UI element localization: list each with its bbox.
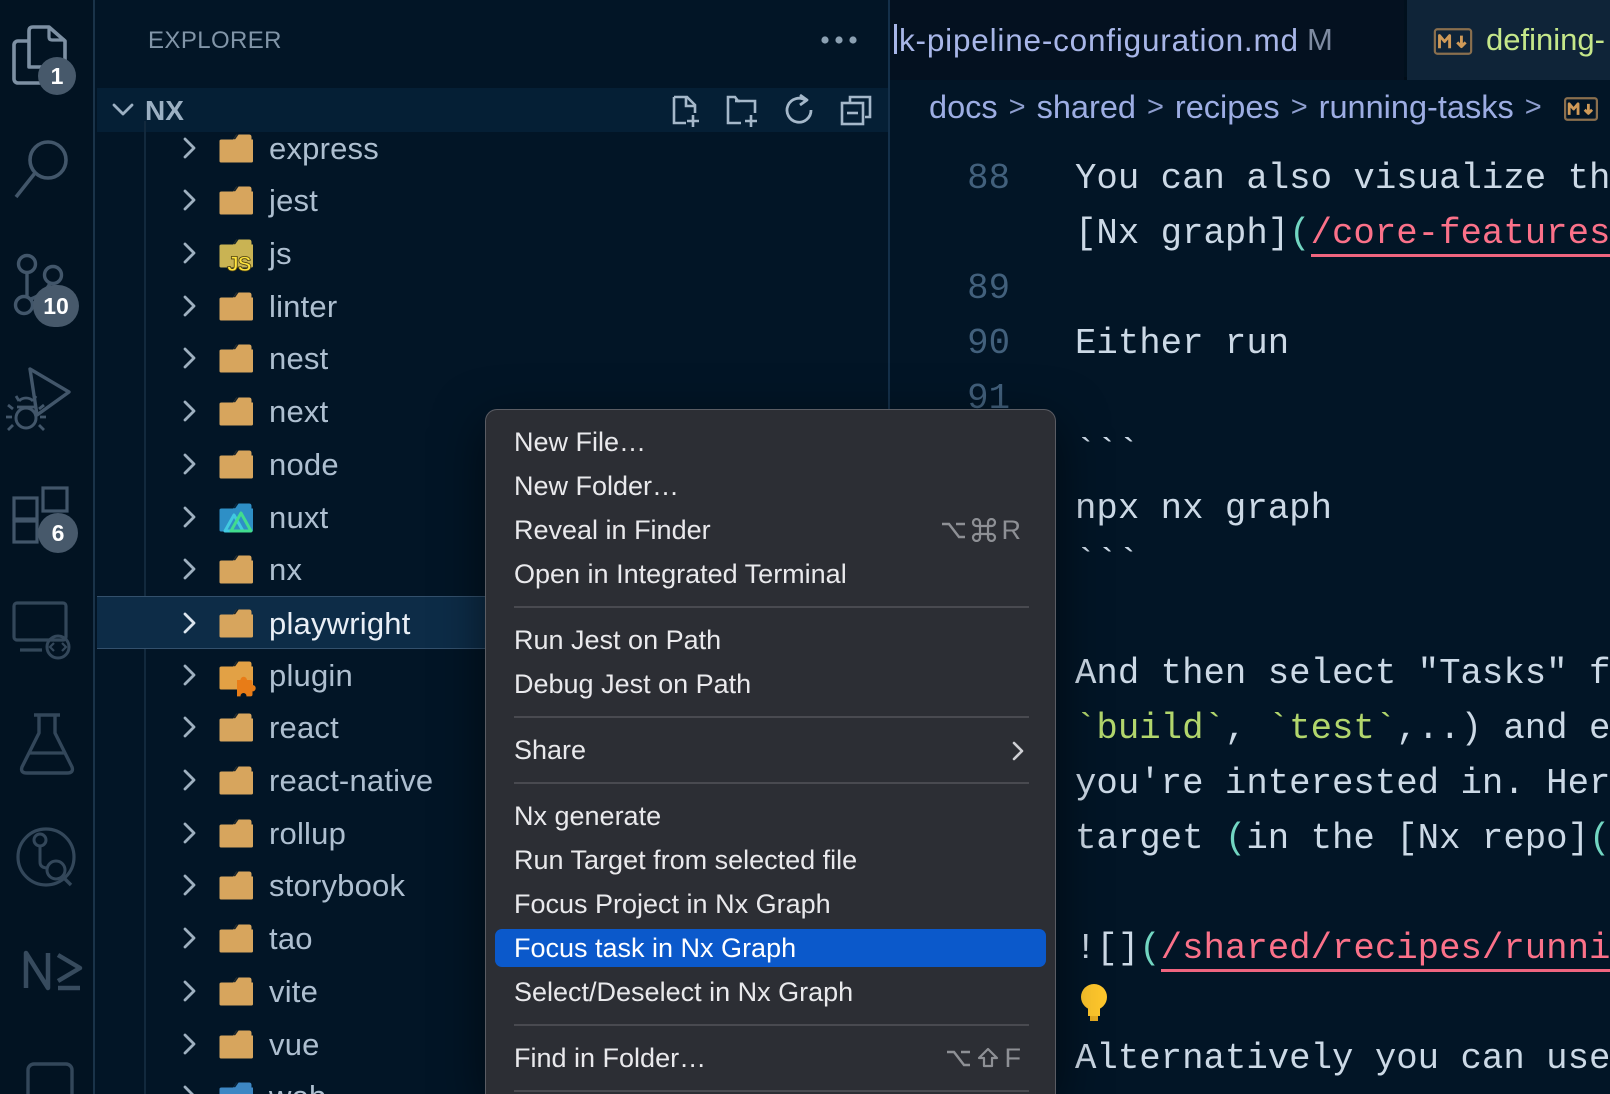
svg-text:JS: JS [227,253,252,276]
